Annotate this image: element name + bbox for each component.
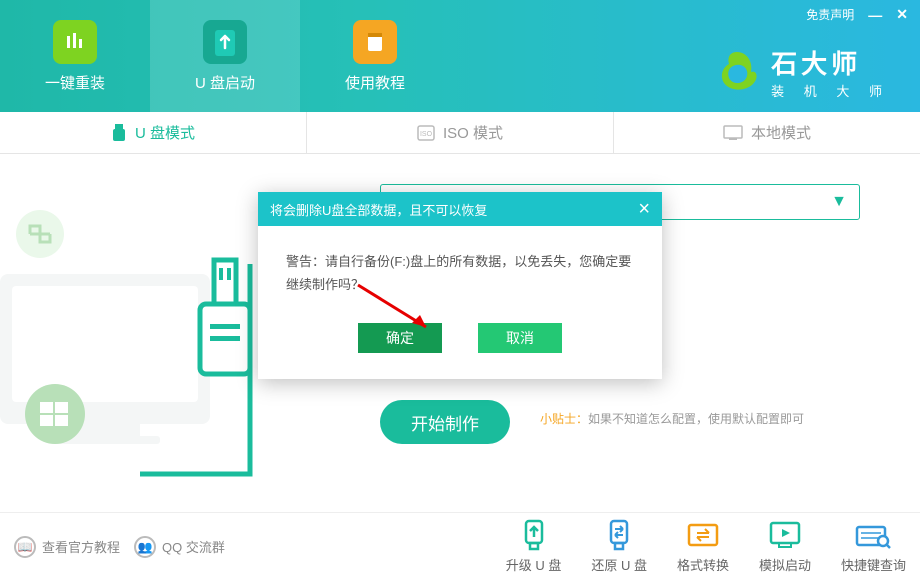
dialog-warning-text: 警告：请自行备份(F:)盘上的所有数据，以免丢失，您确定要继续制作吗？ bbox=[286, 254, 631, 292]
dialog-close-button[interactable]: × bbox=[638, 199, 650, 219]
modal-overlay: 将会删除U盘全部数据，且不可以恢复 × 警告：请自行备份(F:)盘上的所有数据，… bbox=[0, 0, 920, 580]
dialog-header: 将会删除U盘全部数据，且不可以恢复 × bbox=[258, 192, 662, 226]
arrow-annotation bbox=[352, 279, 442, 339]
dialog-body: 警告：请自行备份(F:)盘上的所有数据，以免丢失，您确定要继续制作吗？ bbox=[258, 226, 662, 315]
dialog-footer: 确定 取消 bbox=[258, 315, 662, 379]
confirm-dialog: 将会删除U盘全部数据，且不可以恢复 × 警告：请自行备份(F:)盘上的所有数据，… bbox=[258, 192, 662, 379]
cancel-button[interactable]: 取消 bbox=[478, 323, 562, 353]
dialog-title: 将会删除U盘全部数据，且不可以恢复 bbox=[270, 200, 487, 219]
